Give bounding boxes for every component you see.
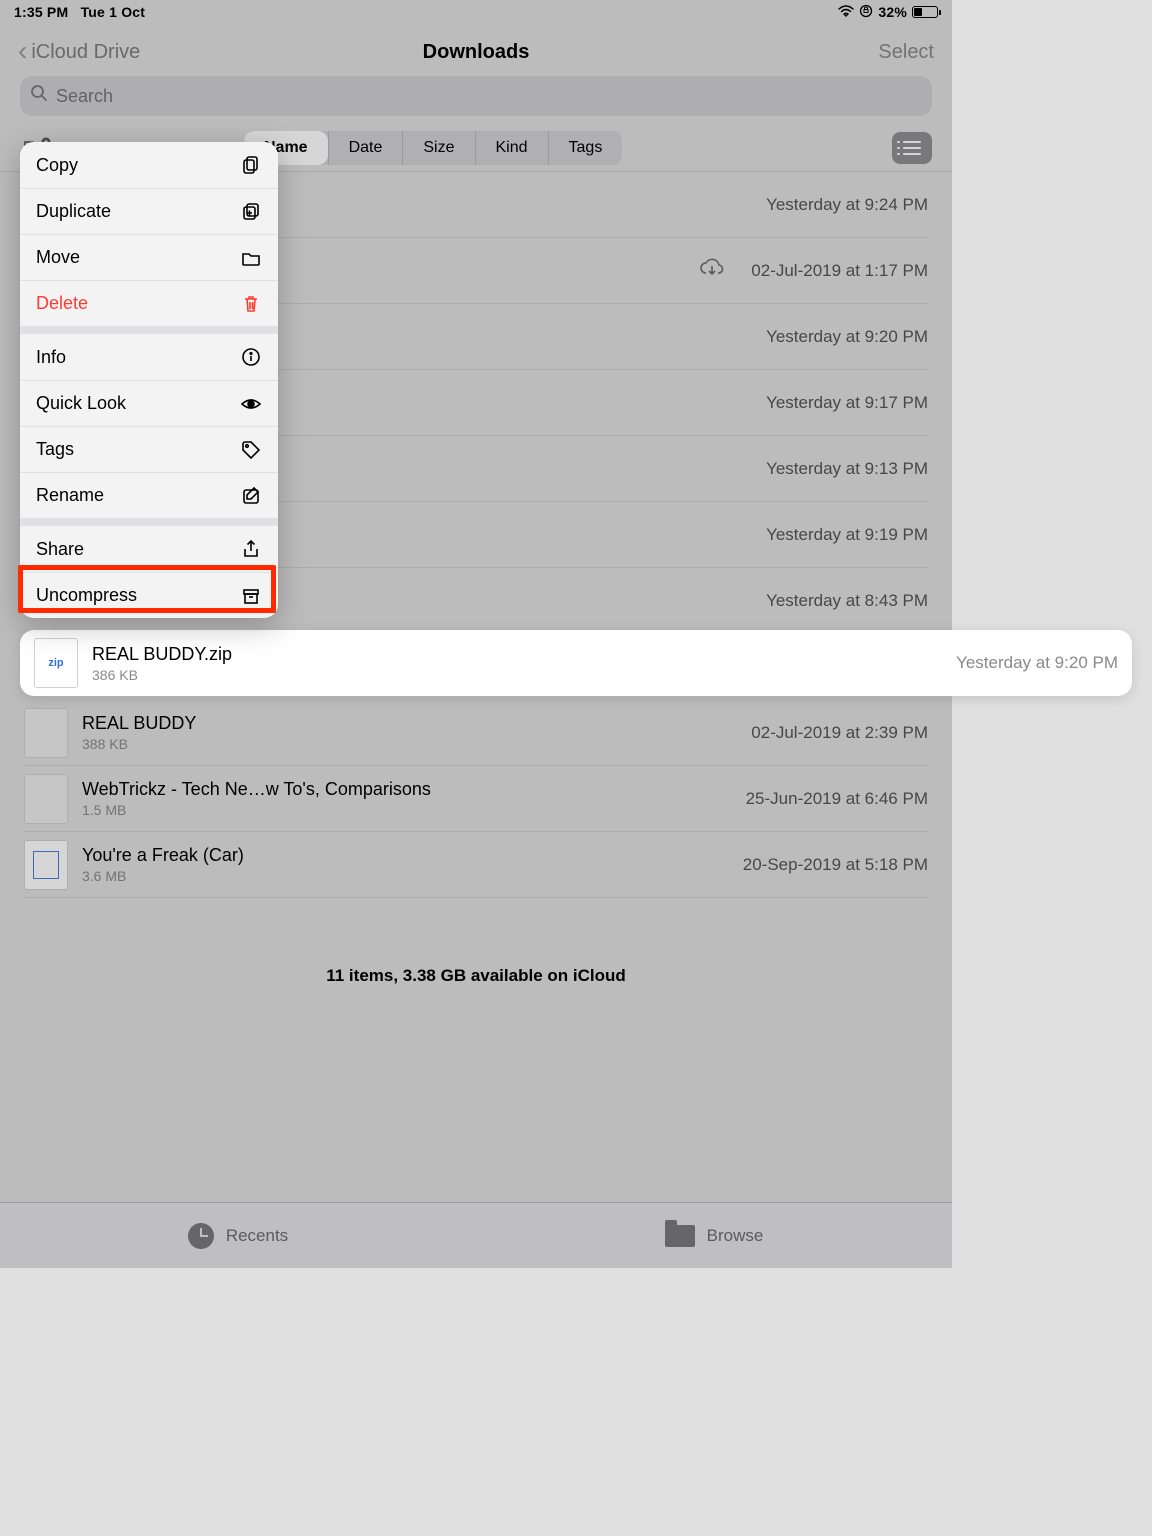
selected-file-date: Yesterday at 9:20 PM <box>956 653 1118 673</box>
menu-tags[interactable]: Tags <box>20 426 278 472</box>
menu-rename[interactable]: Rename <box>20 472 278 518</box>
menu-info-label: Info <box>36 347 66 368</box>
selected-file-size: 386 KB <box>92 667 942 683</box>
menu-duplicate[interactable]: Duplicate <box>20 188 278 234</box>
info-icon <box>240 346 262 368</box>
copy-icon <box>240 154 262 176</box>
menu-move-label: Move <box>36 247 80 268</box>
rename-icon <box>240 485 262 507</box>
menu-delete-label: Delete <box>36 293 88 314</box>
menu-copy[interactable]: Copy <box>20 142 278 188</box>
tag-icon <box>240 439 262 461</box>
menu-quick-look-label: Quick Look <box>36 393 126 414</box>
menu-quick-look[interactable]: Quick Look <box>20 380 278 426</box>
archive-icon <box>240 585 262 607</box>
zip-file-icon: zip <box>34 638 78 688</box>
context-menu: Copy Duplicate Move Delete Info Quick Lo… <box>20 142 278 618</box>
menu-info[interactable]: Info <box>20 334 278 380</box>
trash-icon <box>240 293 262 315</box>
selected-file-row[interactable]: zip REAL BUDDY.zip 386 KB Yesterday at 9… <box>20 630 1132 696</box>
menu-uncompress-label: Uncompress <box>36 585 137 606</box>
selected-file-name: REAL BUDDY.zip <box>92 644 942 665</box>
menu-uncompress[interactable]: Uncompress <box>20 572 278 618</box>
menu-copy-label: Copy <box>36 155 78 176</box>
folder-icon <box>240 247 262 269</box>
menu-move[interactable]: Move <box>20 234 278 280</box>
duplicate-icon <box>240 201 262 223</box>
menu-share-label: Share <box>36 539 84 560</box>
eye-icon <box>240 393 262 415</box>
menu-duplicate-label: Duplicate <box>36 201 111 222</box>
menu-share[interactable]: Share <box>20 526 278 572</box>
menu-tags-label: Tags <box>36 439 74 460</box>
menu-rename-label: Rename <box>36 485 104 506</box>
share-icon <box>240 538 262 560</box>
menu-delete[interactable]: Delete <box>20 280 278 326</box>
